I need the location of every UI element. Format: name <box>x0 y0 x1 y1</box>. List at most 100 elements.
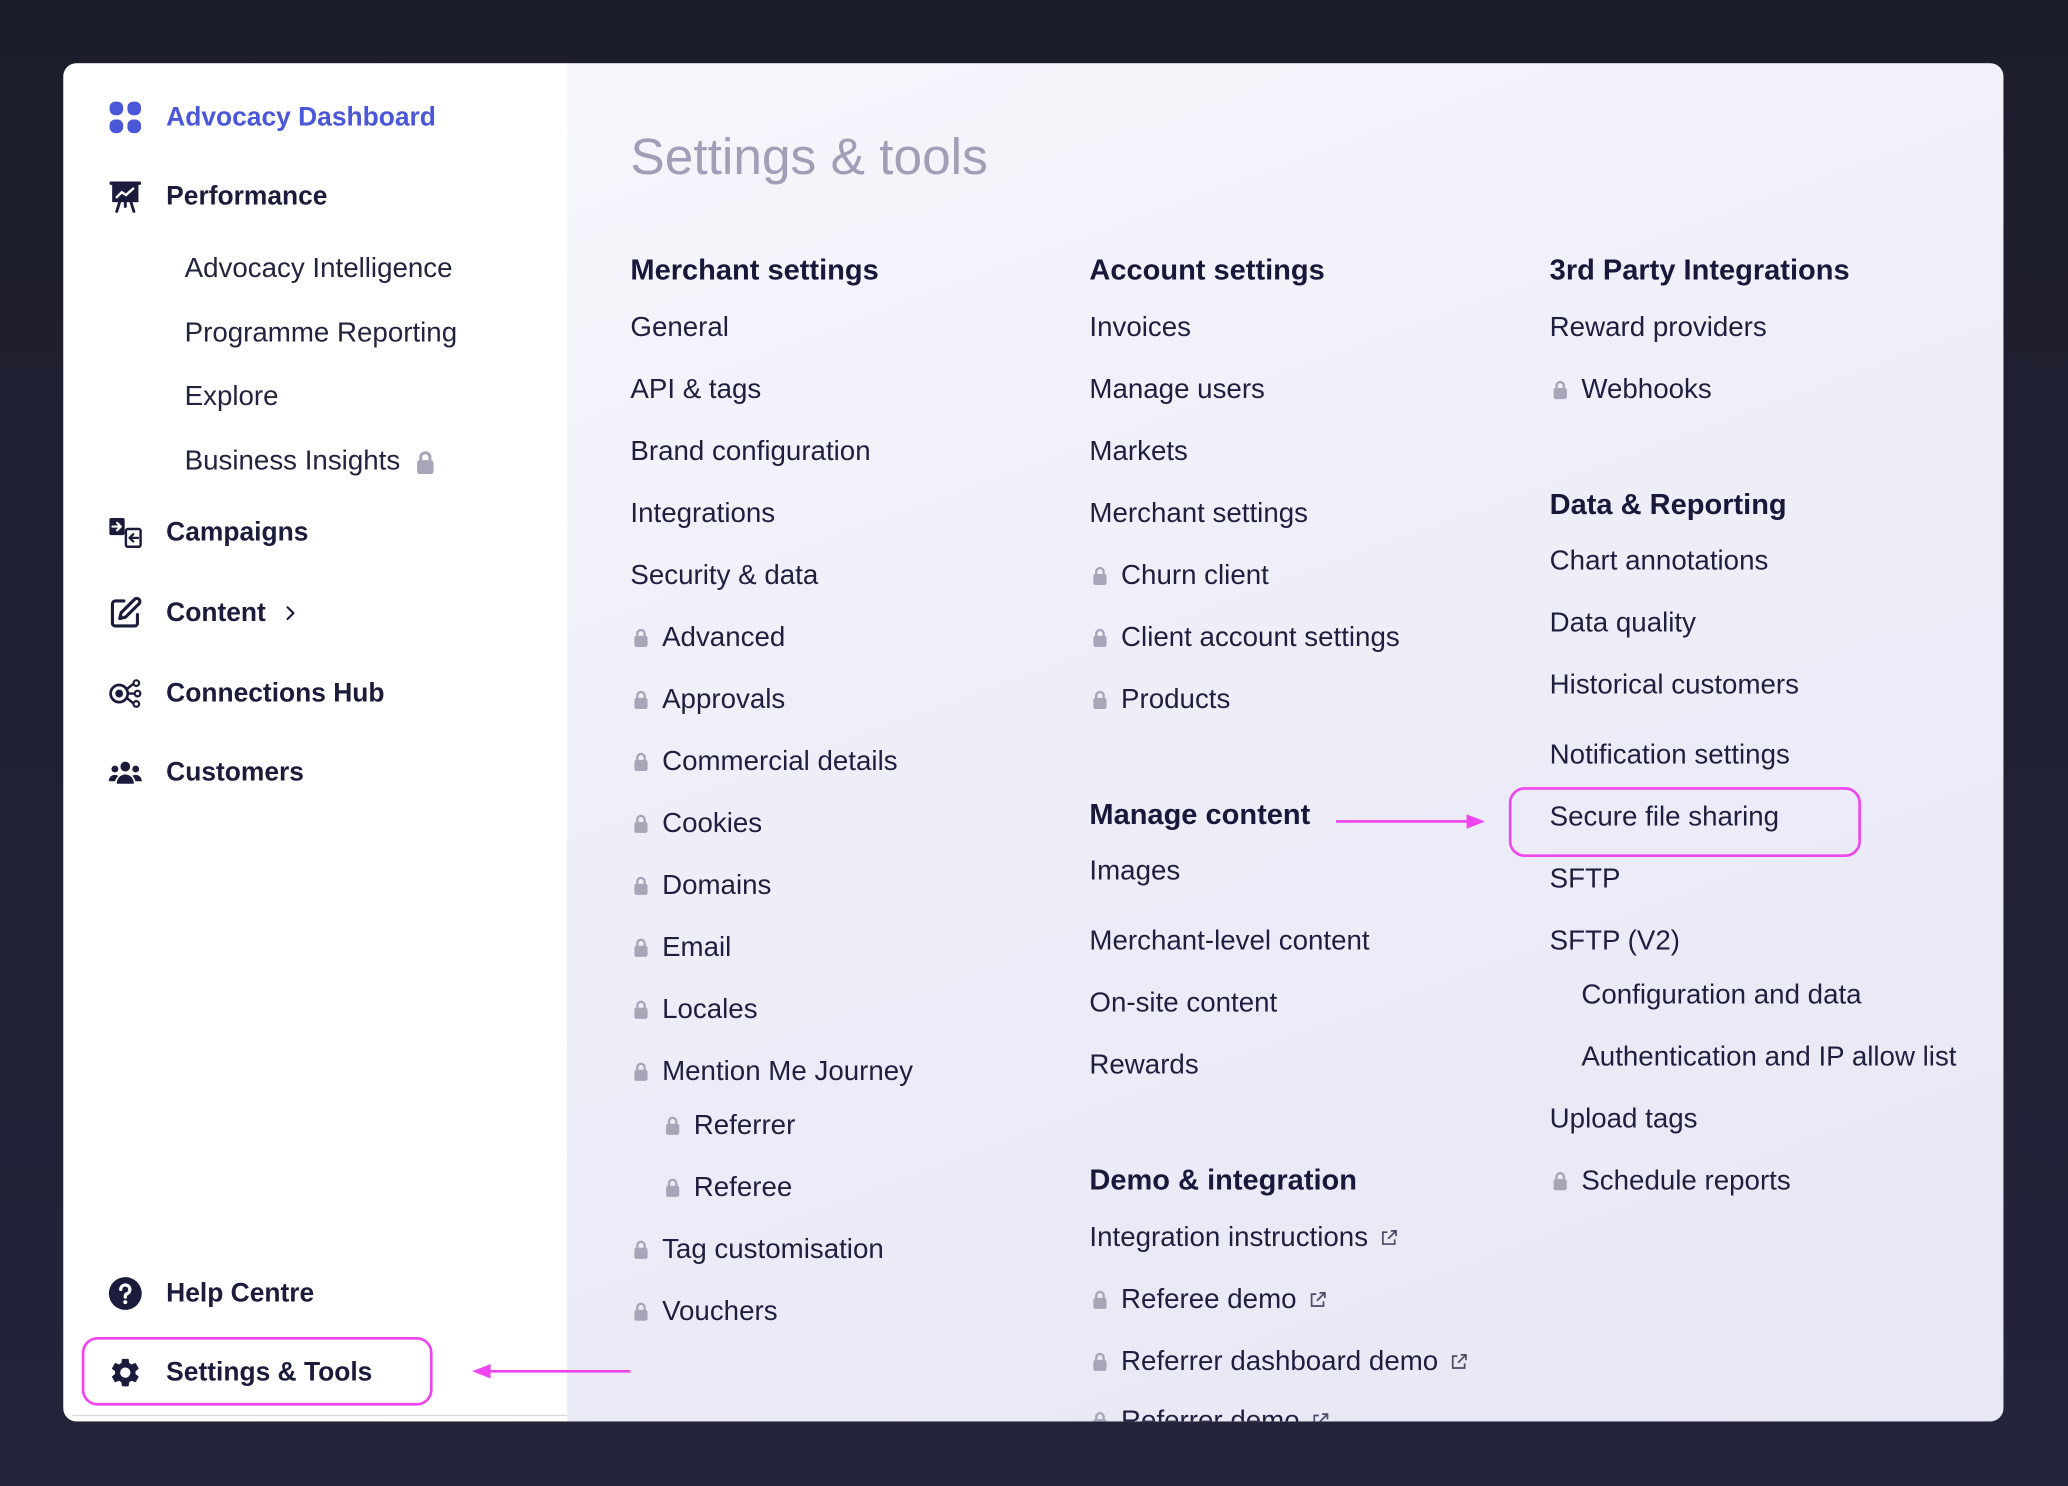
campaigns-swap-icon <box>109 518 142 548</box>
nav-advocacy-intelligence[interactable]: Advocacy Intelligence <box>185 251 453 288</box>
settings-link-churn-client[interactable]: Churn client <box>1089 558 1269 595</box>
settings-link-notification-settings[interactable]: Notification settings <box>1550 737 1790 774</box>
settings-link-domains[interactable]: Domains <box>630 868 771 905</box>
lock-icon <box>665 1177 681 1197</box>
settings-link-integration-instructions[interactable]: Integration instructions <box>1089 1220 1398 1257</box>
lock-icon <box>633 1301 649 1321</box>
gear-icon <box>111 1358 139 1387</box>
dashboard-grid-icon <box>109 101 142 134</box>
external-link-icon <box>1311 1412 1329 1421</box>
link-label: Approvals <box>662 684 786 715</box>
nav-label: Content <box>166 598 266 628</box>
settings-link-locales[interactable]: Locales <box>630 992 758 1029</box>
settings-link-configuration-and-data[interactable]: Configuration and data <box>1581 977 1861 1014</box>
settings-link-email[interactable]: Email <box>630 930 731 967</box>
settings-main: Settings & tools Merchant settings Gener… <box>567 63 2004 1422</box>
page-backdrop: Advocacy Dashboard Performance Advocacy … <box>0 0 2068 1486</box>
lock-icon <box>1092 1352 1108 1372</box>
settings-link-cookies[interactable]: Cookies <box>630 806 762 843</box>
settings-link-manage-users[interactable]: Manage users <box>1089 372 1265 409</box>
link-label: Cookies <box>662 808 763 839</box>
lock-icon <box>1092 628 1108 648</box>
nav-explore[interactable]: Explore <box>185 378 279 415</box>
nav-programme-reporting[interactable]: Programme Reporting <box>185 315 457 352</box>
chevron-right-icon <box>285 606 294 621</box>
section-heading: Data & Reporting <box>1549 487 1787 521</box>
link-label: Email <box>662 932 732 963</box>
link-label: Client account settings <box>1121 622 1400 653</box>
settings-link-brand-configuration[interactable]: Brand configuration <box>630 434 870 471</box>
account-content-demo-column: Account settings Invoices Manage users M… <box>1089 63 1537 1422</box>
settings-link-referrer-demo[interactable]: Referrer demo <box>1089 1403 1330 1422</box>
sidebar-divider <box>72 1414 568 1417</box>
nav-advocacy-dashboard[interactable]: Advocacy Dashboard <box>103 88 538 146</box>
connections-hub-icon <box>109 679 142 708</box>
settings-link-referrer[interactable]: Referrer <box>662 1108 795 1145</box>
help-circle-icon <box>108 1277 142 1310</box>
settings-link-authentication-ip-allow-list[interactable]: Authentication and IP allow list <box>1581 1039 1956 1076</box>
settings-link-historical-customers[interactable]: Historical customers <box>1550 667 1799 704</box>
settings-link-mention-me-journey[interactable]: Mention Me Journey <box>630 1054 913 1091</box>
settings-link-reward-providers[interactable]: Reward providers <box>1550 310 1767 347</box>
settings-link-chart-annotations[interactable]: Chart annotations <box>1550 543 1769 580</box>
nav-sub-label: Programme Reporting <box>184 317 458 349</box>
settings-link-products[interactable]: Products <box>1089 682 1230 719</box>
settings-link-referee-demo[interactable]: Referee demo <box>1089 1282 1327 1319</box>
settings-link-invoices[interactable]: Invoices <box>1089 310 1191 347</box>
lock-icon <box>416 449 436 474</box>
lock-icon <box>633 937 649 957</box>
lock-icon <box>1552 1171 1568 1191</box>
settings-link-upload-tags[interactable]: Upload tags <box>1550 1101 1698 1138</box>
section-heading: Account settings <box>1089 253 1325 287</box>
settings-link-advanced[interactable]: Advanced <box>630 620 785 657</box>
settings-link-data-quality[interactable]: Data quality <box>1550 605 1696 642</box>
settings-link-referee[interactable]: Referee <box>662 1170 792 1207</box>
settings-link-integrations[interactable]: Integrations <box>630 496 775 533</box>
settings-link-on-site-content[interactable]: On-site content <box>1089 985 1277 1022</box>
link-label: Referee demo <box>1121 1284 1297 1315</box>
settings-link-rewards[interactable]: Rewards <box>1089 1047 1198 1084</box>
lock-icon <box>633 628 649 648</box>
settings-link-general[interactable]: General <box>630 310 729 347</box>
settings-link-approvals[interactable]: Approvals <box>630 682 785 719</box>
nav-customers[interactable]: Customers <box>103 744 538 802</box>
link-label: Notification settings <box>1549 739 1790 771</box>
settings-link-images[interactable]: Images <box>1089 853 1180 890</box>
link-label: Rewards <box>1089 1049 1199 1080</box>
nav-sub-label: Business Insights <box>184 445 401 476</box>
settings-link-merchant-settings[interactable]: Merchant settings <box>1089 496 1308 533</box>
link-label: API & tags <box>630 374 762 405</box>
settings-link-tag-customisation[interactable]: Tag customisation <box>630 1232 884 1269</box>
link-label: Vouchers <box>662 1296 778 1327</box>
settings-link-client-account-settings[interactable]: Client account settings <box>1089 620 1400 657</box>
section-heading: 3rd Party Integrations <box>1549 253 1850 287</box>
nav-campaigns[interactable]: Campaigns <box>103 504 538 562</box>
settings-link-security-data[interactable]: Security & data <box>630 558 818 595</box>
link-label: Referrer <box>693 1110 796 1141</box>
settings-link-referrer-dashboard-demo[interactable]: Referrer dashboard demo <box>1089 1344 1468 1381</box>
settings-link-markets[interactable]: Markets <box>1089 434 1188 471</box>
link-label: Referrer dashboard demo <box>1121 1346 1439 1377</box>
lock-icon <box>633 999 649 1019</box>
settings-link-sftp-v2[interactable]: SFTP (V2) <box>1550 923 1680 960</box>
nav-content[interactable]: Content <box>103 584 538 642</box>
settings-link-sftp[interactable]: SFTP <box>1550 861 1621 898</box>
nav-connections-hub[interactable]: Connections Hub <box>103 665 538 723</box>
link-label: Advanced <box>662 622 786 653</box>
app-window: Advocacy Dashboard Performance Advocacy … <box>63 63 2004 1422</box>
merchant-settings-section: Merchant settings General API & tags Bra… <box>630 63 1078 1421</box>
settings-link-api-tags[interactable]: API & tags <box>630 372 761 409</box>
lock-icon <box>1092 1411 1108 1422</box>
settings-link-webhooks[interactable]: Webhooks <box>1550 372 1712 409</box>
link-label: Merchant-level content <box>1089 925 1370 956</box>
nav-help-centre[interactable]: Help Centre <box>103 1264 538 1322</box>
link-label: General <box>630 312 729 343</box>
users-group-icon <box>108 761 142 784</box>
settings-link-vouchers[interactable]: Vouchers <box>630 1293 778 1330</box>
nav-performance[interactable]: Performance <box>103 167 538 225</box>
nav-label: Campaigns <box>166 518 309 548</box>
nav-business-insights[interactable]: Business Insights <box>185 443 436 480</box>
settings-link-commercial-details[interactable]: Commercial details <box>630 744 898 781</box>
settings-link-merchant-level-content[interactable]: Merchant-level content <box>1089 923 1369 960</box>
settings-link-schedule-reports[interactable]: Schedule reports <box>1550 1163 1791 1200</box>
